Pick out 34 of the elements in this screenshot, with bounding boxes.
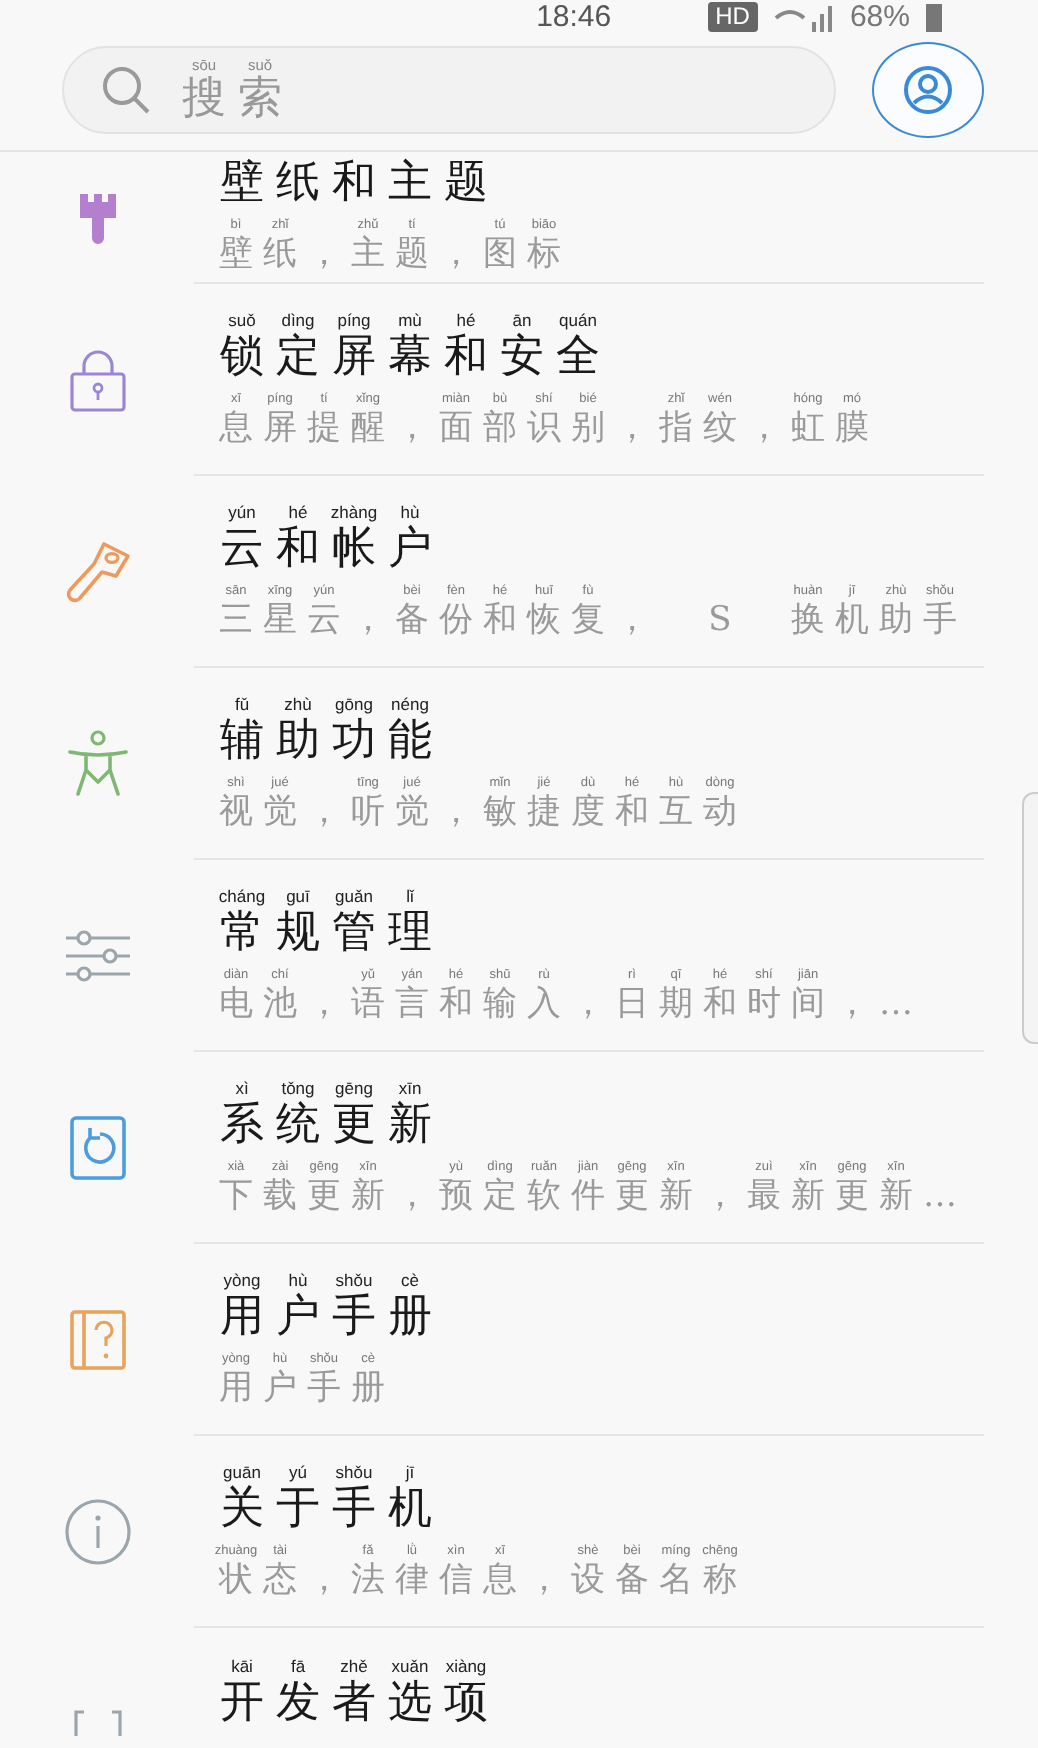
pinyin-line: cháng guī guǎn lǐ xyxy=(216,885,416,907)
item-subtitle: 用户手册 xyxy=(217,1367,387,1409)
pinyin-line: guān yú shǒu jī xyxy=(223,1461,417,1482)
item-subtitle: 壁纸，主题，图标 xyxy=(217,234,563,276)
hd-badge: HD xyxy=(707,2,758,32)
pinyin-line: suǒ dìng píng mù hé ān quán xyxy=(226,309,599,331)
item-title: 壁纸和主题 xyxy=(218,158,490,210)
pinyin-line: xì tǒng gēng xīn xyxy=(233,1077,424,1098)
item-title: 云和帐户 xyxy=(218,523,434,575)
item-title: 开发者选项 xyxy=(218,1678,490,1730)
pinyin-line: yún hé zhàng hù xyxy=(226,501,422,523)
item-subtitle: 三星云，备份和恢复， S 换机助手 xyxy=(217,599,959,641)
scroll-handle[interactable] xyxy=(1022,792,1038,1044)
item-subtitle: 电池，语言和输入，日期和时间，… xyxy=(217,983,915,1025)
status-time: 18:46 xyxy=(536,1,612,33)
item-title: 锁定屏幕和安全 xyxy=(218,331,602,383)
pinyin-line: fǔ zhù gōng néng xyxy=(232,693,431,715)
item-title: 系统更新 xyxy=(218,1099,434,1151)
item-subtitle: 下载更新，预定软件更新，最新更新… xyxy=(217,1175,959,1217)
search-icon xyxy=(100,64,152,116)
search-placeholder: 搜索 xyxy=(180,74,284,124)
battery-percent: 68% xyxy=(849,1,910,33)
item-title: 常规管理 xyxy=(218,907,434,959)
signal-icon xyxy=(773,3,834,31)
pinyin-line: kāi fā zhě xuǎn xiàng xyxy=(229,1656,489,1678)
item-title: 用户手册 xyxy=(218,1291,434,1343)
pinyin-line: yòng hù shǒu cè xyxy=(221,1269,421,1291)
item-subtitle: 息屏提醒，面部识别，指纹，虹膜 xyxy=(217,407,871,449)
item-title: 关于手机 xyxy=(218,1483,434,1535)
item-subtitle: 视觉，听觉，敏捷度和互动 xyxy=(217,791,739,833)
item-subtitle: 状态，法律信息，设备名称 xyxy=(216,1559,739,1601)
item-title: 辅助功能 xyxy=(218,715,434,767)
account-icon xyxy=(902,64,954,116)
battery-icon xyxy=(926,3,942,31)
